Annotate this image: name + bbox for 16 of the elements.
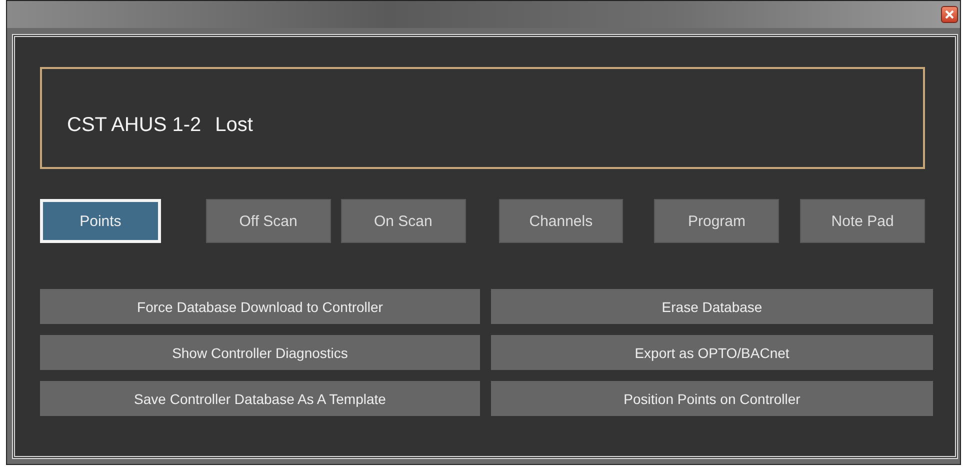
tab-button[interactable]: Program [654,199,780,243]
action-button[interactable]: Show Controller Diagnostics [40,335,480,370]
tab-button[interactable]: Points [40,199,161,243]
action-button[interactable]: Save Controller Database As A Template [40,381,480,416]
action-button[interactable]: Erase Database [491,289,933,324]
action-button[interactable]: Export as OPTO/BACnet [491,335,933,370]
action-button[interactable]: Position Points on Controller [491,381,933,416]
action-button[interactable]: Force Database Download to Controller [40,289,480,324]
tab-button[interactable]: Off Scan [206,199,331,243]
controller-name: CST AHUS 1-2 [67,114,202,136]
close-button[interactable] [941,6,958,23]
tab-button[interactable]: Note Pad [800,199,925,243]
tab-button[interactable]: On Scan [340,199,466,243]
tab-button[interactable]: Channels [498,199,624,243]
close-icon [945,10,954,19]
controller-status: Lost [215,114,253,136]
